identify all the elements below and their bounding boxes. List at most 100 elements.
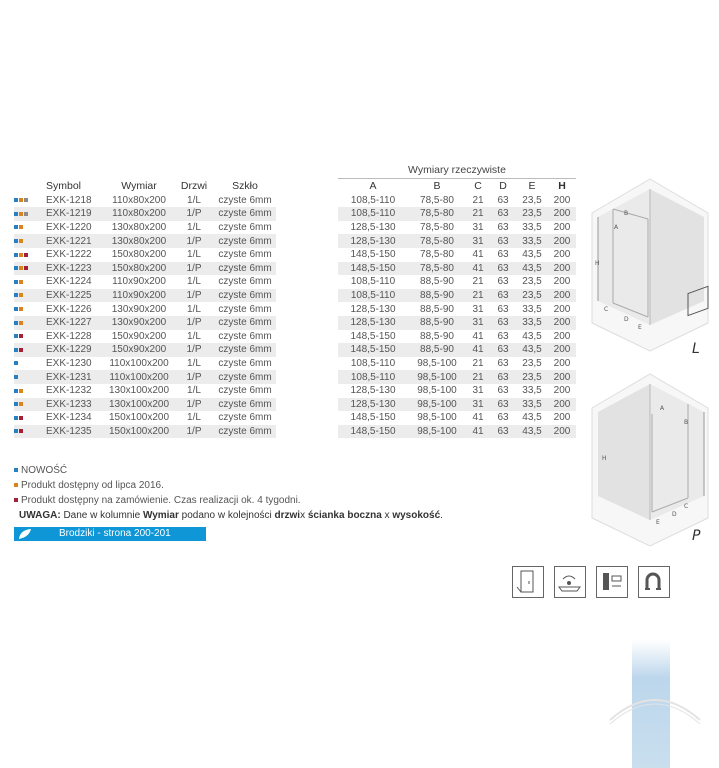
cell-e: 23,5 [522, 276, 542, 288]
cell-a: 108,5-110 [350, 358, 396, 370]
note-kol: Wymiar [142, 510, 179, 521]
cell-c: 21 [472, 358, 484, 370]
door-icon [512, 566, 544, 598]
cell-szklo: czyste 6mm [218, 303, 272, 315]
brodziki-banner[interactable]: Brodziki - strona 200-201 [14, 527, 206, 541]
cell-c: 21 [472, 276, 484, 288]
shower-tray-icon [554, 566, 586, 598]
cell-c: 31 [466, 397, 490, 412]
cell-d: 63 [490, 288, 516, 303]
row-markers [14, 370, 32, 384]
cell-drzwi: 1/L [187, 385, 201, 397]
glass-panel-icon [596, 566, 628, 598]
row-markers [14, 357, 32, 371]
row-markers [14, 288, 32, 303]
cell-b: 88,5-90 [408, 315, 466, 330]
cell-h: 200 [548, 424, 576, 439]
note-x2: x [381, 510, 393, 521]
variant-l-letter: L [692, 341, 700, 355]
cell-a: 128,5-130 [350, 303, 396, 315]
cell-d: 63 [490, 261, 516, 276]
legend-nowosc: NOWOŚĆ [14, 465, 67, 476]
cell-symbol: EXK-1219 [32, 207, 104, 221]
cell-drzwi: 1/P [174, 234, 214, 248]
dim-b-label: B [624, 210, 628, 217]
cell-symbol: EXK-1234 [46, 412, 92, 424]
legend-lipiec: Produkt dostępny od lipca 2016. [14, 480, 164, 491]
cell-szklo: czyste 6mm [218, 358, 272, 370]
cell-h: 200 [548, 315, 576, 330]
cell-d: 63 [490, 370, 516, 384]
table-row: 148,5-150 98,5-100 41 63 43,5 200 [338, 424, 576, 439]
cell-b: 88,5-90 [420, 276, 454, 288]
cell-a: 108,5-110 [338, 288, 408, 303]
marker-gray-icon [24, 198, 28, 203]
cell-d: 63 [490, 397, 516, 412]
cell-drzwi: 1/L [187, 222, 201, 234]
cell-b: 78,5-80 [408, 234, 466, 248]
table-row: 128,5-130 88,5-90 31 63 33,5 200 [338, 302, 576, 316]
cell-d: 63 [497, 222, 509, 234]
cell-drzwi: 1/L [187, 330, 201, 342]
cell-symbol: EXK-1229 [32, 343, 104, 357]
shower-diagram-left: B A H C D E L [591, 178, 709, 355]
cell-h: 200 [553, 303, 571, 315]
cell-drzwi: 1/P [174, 397, 214, 412]
cell-wymiar: 110x100x200 [109, 358, 169, 370]
note-end: . [440, 510, 443, 521]
cell-b: 78,5-80 [420, 222, 454, 234]
cell-szklo: czyste 6mm [214, 315, 276, 330]
cell-wymiar: 130x80x200 [104, 234, 174, 248]
cell-b: 78,5-80 [420, 249, 454, 261]
cell-h: 200 [548, 234, 576, 248]
note-x1: x [300, 510, 308, 521]
note-drzwi: drzwi [274, 510, 301, 521]
cell-h: 200 [553, 276, 571, 288]
cell-wymiar: 130x90x200 [111, 303, 167, 315]
table-row: EXK-1219 110x80x200 1/P czyste 6mm [14, 207, 276, 221]
table-row: EXK-1225 110x90x200 1/P czyste 6mm [14, 288, 276, 303]
cell-symbol: EXK-1220 [46, 222, 92, 234]
cell-a: 108,5-110 [350, 194, 396, 206]
cell-d: 63 [490, 315, 516, 330]
cell-e: 43,5 [522, 330, 542, 342]
cell-c: 41 [466, 261, 490, 276]
watermark-logo [609, 699, 701, 725]
marker-zamowienie-icon [24, 252, 28, 257]
cell-a: 148,5-150 [350, 330, 396, 342]
tray-leaf-icon [19, 529, 31, 539]
table-row: EXK-1227 130x90x200 1/P czyste 6mm [14, 315, 276, 330]
marker-nowosc-icon [14, 252, 18, 257]
marker-zamowienie-icon [19, 334, 23, 339]
cell-e: 23,5 [516, 207, 548, 221]
cell-a: 148,5-150 [338, 343, 408, 357]
uwaga-note: UWAGA: Dane w kolumnie Wymiar podano w k… [19, 510, 443, 521]
col-c: C [474, 180, 482, 193]
dim-e-label-p: E [656, 519, 660, 526]
cell-wymiar: 110x90x200 [104, 288, 174, 303]
cell-h: 200 [548, 207, 576, 221]
cell-a: 128,5-130 [350, 385, 396, 397]
table-row: 148,5-150 88,5-90 41 63 43,5 200 [338, 343, 576, 357]
cell-wymiar: 150x90x200 [111, 330, 167, 342]
table-row: 108,5-110 88,5-90 21 63 23,5 200 [338, 288, 576, 303]
row-markers [14, 302, 32, 316]
cell-szklo: czyste 6mm [218, 385, 272, 397]
cell-b: 98,5-100 [417, 412, 457, 424]
cell-symbol: EXK-1227 [32, 315, 104, 330]
col-a: A [369, 180, 377, 193]
zamowienie-marker-icon [14, 498, 18, 503]
cell-symbol: EXK-1231 [32, 370, 104, 384]
dim-c-label-p: C [684, 503, 688, 510]
marker-nowosc-icon [14, 388, 18, 393]
marker-zamowienie-icon [19, 429, 23, 434]
cell-symbol: EXK-1226 [46, 303, 92, 315]
cell-szklo: czyste 6mm [214, 261, 276, 276]
dim-d-label: D [624, 316, 629, 323]
table-row: EXK-1232 130x100x200 1/L czyste 6mm [14, 384, 276, 398]
cell-h: 200 [553, 385, 571, 397]
cell-wymiar: 150x100x200 [108, 412, 170, 424]
cell-szklo: czyste 6mm [218, 330, 272, 342]
cell-drzwi: 1/P [174, 288, 214, 303]
table-row: EXK-1226 130x90x200 1/L czyste 6mm [14, 302, 276, 316]
